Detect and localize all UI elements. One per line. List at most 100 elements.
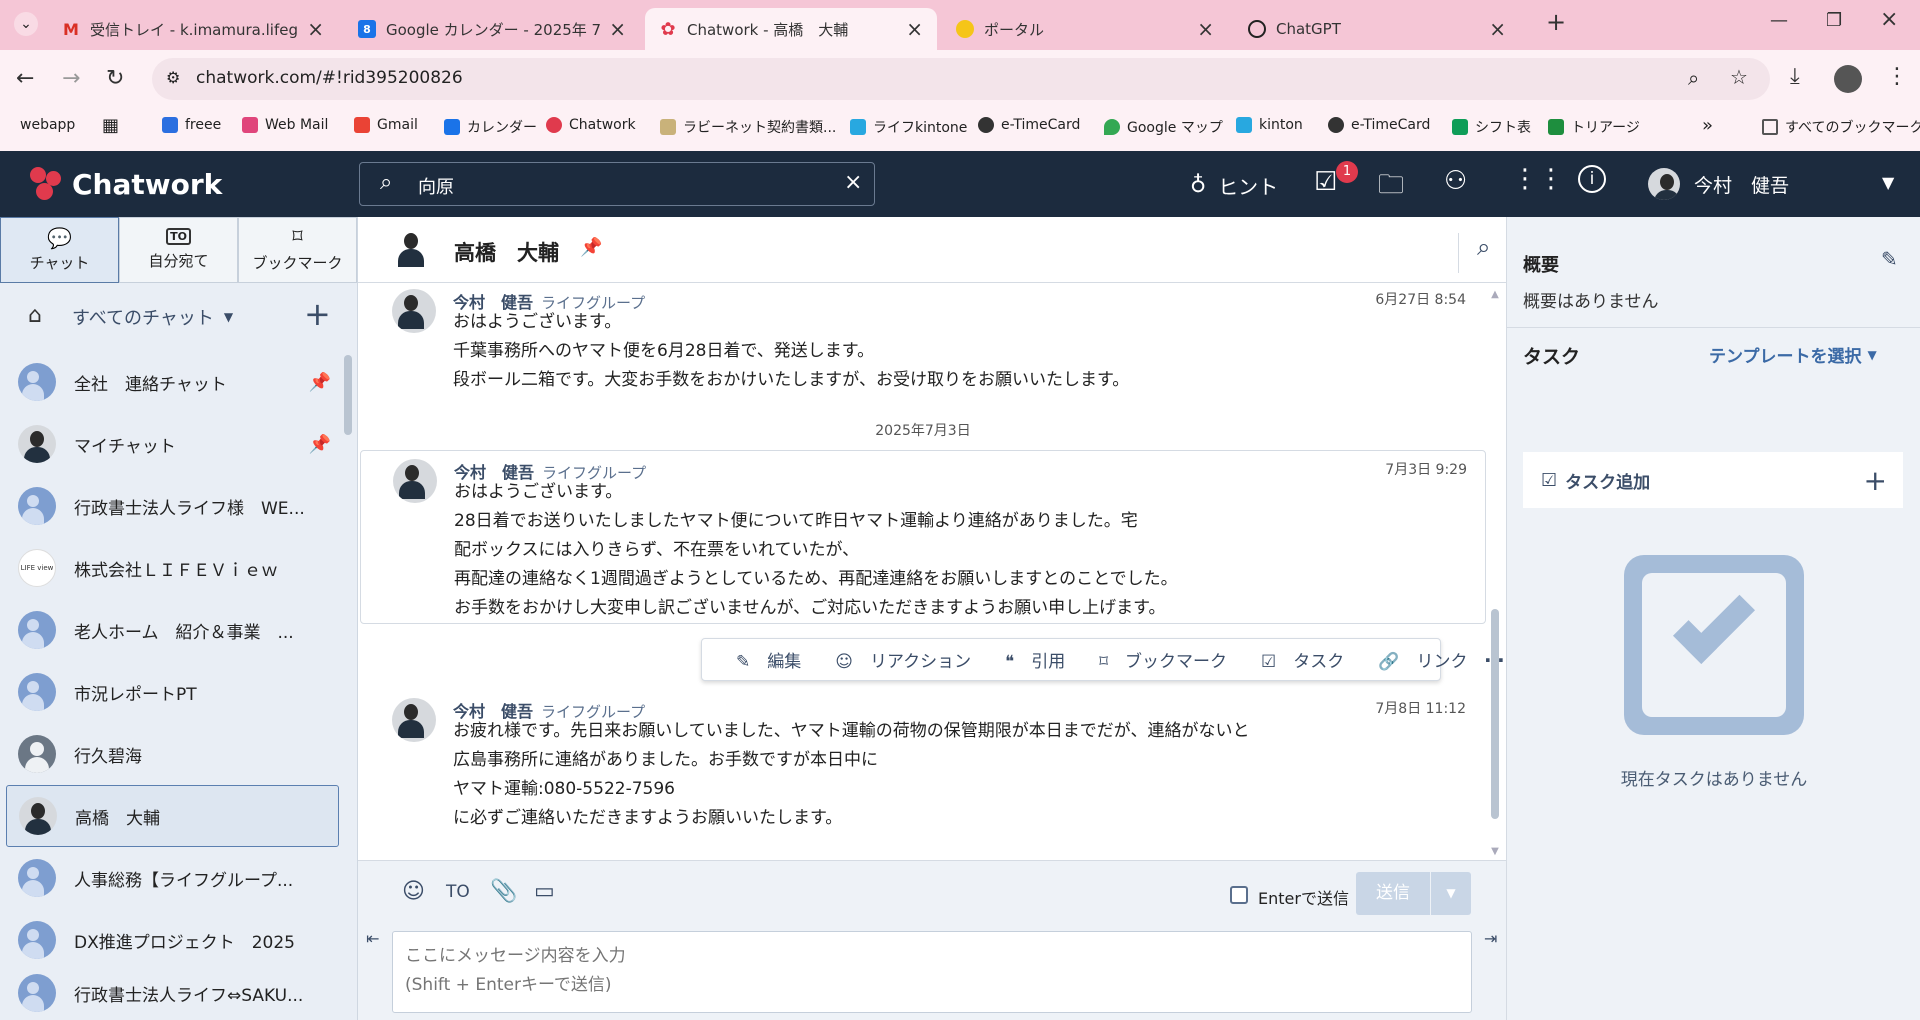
link-action[interactable]: 🔗 リンク [1361,647,1467,672]
browser-tab-calendar[interactable]: 8 Google カレンダー - 2025年 7月 6 × [344,8,640,50]
task-action[interactable]: ☑ タスク [1244,647,1344,672]
enter-send-checkbox[interactable] [1230,886,1248,904]
edit-overview-pencil-icon[interactable]: ✎ [1881,247,1898,271]
pin-icon[interactable]: 📌 [580,237,602,258]
reload-icon[interactable]: ↻ [106,66,124,91]
forward-arrow-icon[interactable]: → [62,66,80,91]
send-button[interactable]: 送信 [1356,872,1430,915]
search-box[interactable]: ⌕ 向原 × [359,162,875,206]
tab-chat[interactable]: 💬 チャット [0,217,119,283]
star-icon[interactable]: ☆ [1730,65,1748,89]
close-icon[interactable]: × [1489,17,1506,41]
template-select[interactable]: テンプレートを選択 ▼ [1709,342,1877,367]
new-tab-plus-icon[interactable]: + [1546,8,1566,36]
restore-icon[interactable]: ❐ [1826,10,1842,31]
bookmark-gmail[interactable]: Gmail [354,117,418,133]
window-close-icon[interactable]: × [1880,7,1898,32]
chat-item[interactable]: マイチャット 📌 [6,413,339,475]
bookmark-chatwork[interactable]: Chatwork [546,117,636,133]
message-input[interactable] [392,931,1472,1013]
apps-grid-icon[interactable]: ⋮⋮ [1512,164,1564,194]
to-button[interactable]: TO [446,882,470,902]
chat-item-active[interactable]: 高橋 大輔 [6,785,339,847]
bookmark-shift[interactable]: シフト表 [1452,117,1531,137]
chat-item[interactable]: 行政書士法人ライフ⇔SAKU... [6,971,339,1015]
close-icon[interactable]: × [906,17,923,41]
bookmark-rabbynet[interactable]: ラビーネット契約書類... [660,117,836,137]
scroll-up-arrow-icon[interactable]: ▲ [1490,289,1500,300]
chat-item[interactable]: LIFE view 株式会社ＬＩＦＥＶｉｅｗ [6,537,339,599]
bookmark-calendar[interactable]: カレンダー [444,117,537,137]
download-icon[interactable]: ⤓ [1790,64,1800,89]
browser-tab-chatgpt[interactable]: ChatGPT × [1234,8,1520,50]
video-call-icon[interactable]: ▭ [534,879,555,904]
scroll-thumb[interactable] [1491,609,1499,819]
bookmark-kinton[interactable]: kinton [1236,117,1303,133]
bookmark-triage[interactable]: トリアージ [1548,117,1640,137]
zoom-icon[interactable]: ⌕ [1688,66,1699,90]
collapse-left-icon[interactable]: ⇤ [366,929,379,948]
message-time[interactable]: 7月8日 11:12 [1375,698,1466,718]
browser-tab-gmail[interactable]: M 受信トレイ - k.imamura.lifeg@gm × [48,8,338,50]
bookmark-etimecard[interactable]: e-TimeCard [978,117,1080,133]
pin-icon[interactable]: 📌 [309,372,331,393]
pin-icon[interactable]: 📌 [309,434,331,455]
bookmark-webapp[interactable]: webapp [20,117,75,133]
kebab-menu-icon[interactable]: ⋮ [1886,64,1908,89]
chat-filter-dropdown[interactable]: すべてのチャット ▼ [72,304,233,330]
bookmark-lifekintone[interactable]: ライフkintone [850,117,967,137]
bookmark-freee[interactable]: freee [162,117,221,133]
apps-grid-icon[interactable]: ▦ [102,115,119,136]
emoji-icon[interactable]: ☺ [402,879,425,904]
task-checkbox-icon[interactable]: ☑ [1314,167,1337,197]
message-time[interactable]: 6月27日 8:54 [1375,289,1466,309]
close-icon[interactable]: × [307,17,324,41]
scroll-down-arrow-icon[interactable]: ▼ [1490,846,1500,857]
reaction-action[interactable]: ☺ リアクション [818,647,971,672]
chat-item[interactable]: 人事総務【ライフグループ... [6,847,339,909]
add-task-row[interactable]: ☑ タスク追加 + [1523,452,1903,508]
info-icon[interactable]: i [1578,165,1606,193]
minimize-icon[interactable]: — [1770,10,1788,31]
address-bar[interactable]: ⚙ chatwork.com/#!rid395200826 ⌕ ☆ [152,58,1770,100]
all-bookmarks[interactable]: すべてのブックマーク [1762,117,1920,137]
tab-search-chevron-icon[interactable]: ⌄ [14,12,38,36]
chat-item[interactable]: 行久碧海 [6,723,339,785]
bookmark-webmail[interactable]: Web Mail [242,117,328,133]
chat-item[interactable]: 全社 連絡チャット 📌 [6,351,339,413]
bookmark-googlemaps[interactable]: Google マップ [1104,117,1223,137]
chat-item[interactable]: 市況レポートPT [6,661,339,723]
close-icon[interactable]: × [1197,17,1214,41]
add-chat-plus-icon[interactable]: + [304,295,331,333]
hint-button[interactable]: ♁ ヒント [1190,171,1278,200]
chat-list-scrollbar[interactable] [344,355,352,435]
quote-action[interactable]: ❝ 引用 [988,647,1065,672]
bookmark-etimecard-2[interactable]: e-TimeCard [1328,117,1430,133]
site-info-icon[interactable]: ⚙ [166,68,180,87]
folder-icon[interactable]: 🗀 [1378,166,1404,210]
tab-mentions[interactable]: TO 自分宛て [119,217,238,283]
bookmarks-overflow-icon[interactable]: » [1702,115,1713,136]
chat-item[interactable]: DX推進プロジェクト 2025 [6,909,339,971]
browser-tab-chatwork[interactable]: ✿ Chatwork - 高橋 大輔 × [645,8,937,50]
search-input[interactable]: 向原 [418,173,454,199]
add-contact-icon[interactable]: ⚇ [1444,166,1467,196]
message-time[interactable]: 7月3日 9:29 [1385,459,1467,479]
room-search-icon[interactable]: ⌕ [1458,233,1490,273]
user-menu[interactable]: 今村 健吾 [1648,168,1789,200]
browser-tab-portal[interactable]: ポータル × [942,8,1228,50]
chatwork-logo[interactable]: Chatwork [26,165,222,203]
chat-item[interactable]: 行政書士法人ライフ様 WE... [6,475,339,537]
bookmark-action[interactable]: ⌑ ブックマーク [1082,647,1227,672]
profile-avatar[interactable] [1834,65,1862,93]
clear-search-icon[interactable]: × [844,170,862,195]
send-options-caret-icon[interactable]: ▼ [1431,872,1471,915]
back-arrow-icon[interactable]: ← [16,66,34,91]
user-menu-caret-icon[interactable]: ▼ [1882,173,1894,192]
tab-bookmarks[interactable]: ⌑ ブックマーク [238,217,357,283]
edit-action[interactable]: ✎ 編集 [719,647,801,672]
timeline-scrollbar[interactable]: ▲ ▼ [1490,289,1500,857]
add-task-plus-icon[interactable]: + [1864,464,1887,497]
attach-icon[interactable]: 📎 [490,879,517,904]
chat-item[interactable]: 老人ホーム 紹介＆事業 ... [6,599,339,661]
